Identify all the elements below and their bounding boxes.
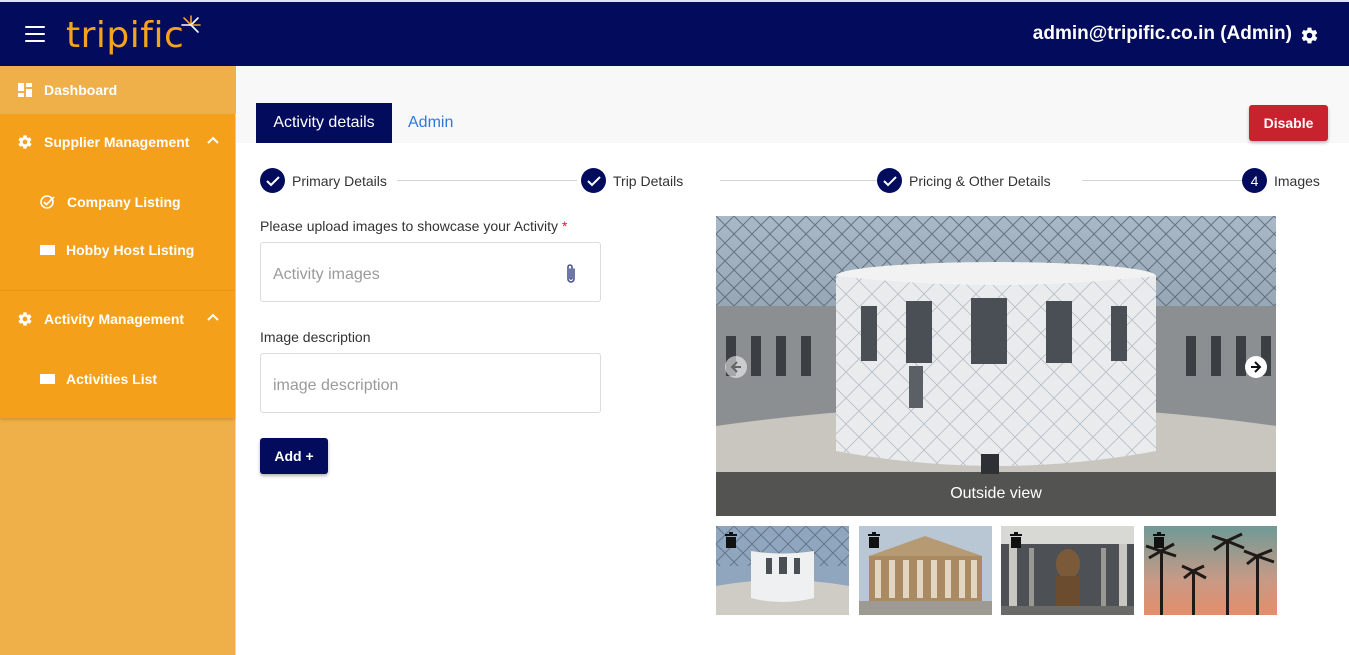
thumbnail-2[interactable] (859, 526, 992, 615)
image-carousel[interactable]: Outside view (716, 216, 1276, 516)
trash-icon[interactable] (1009, 532, 1023, 548)
activity-images-input[interactable]: Activity images (260, 242, 601, 302)
list-card-icon (40, 374, 55, 384)
sidebar-item-company-listing[interactable]: Company Listing (0, 178, 235, 226)
step-primary-details[interactable]: Primary Details (260, 168, 387, 193)
step-label: Images (1274, 172, 1320, 189)
chevron-up-icon[interactable] (207, 136, 219, 144)
description-label: Image description (260, 329, 371, 345)
sidebar-group-label: Activity Management (44, 311, 185, 327)
step-connector (720, 180, 897, 181)
step-pricing-details[interactable]: Pricing & Other Details (877, 168, 1051, 193)
logo-text: tripific (66, 15, 185, 56)
tab-bar: Activity details Admin Disable (236, 66, 1349, 143)
check-icon (877, 168, 902, 193)
museum-photo (716, 216, 1276, 516)
carousel-next-button[interactable] (1245, 356, 1267, 378)
sidebar-item-dashboard[interactable]: Dashboard (0, 66, 236, 114)
menu-icon[interactable] (25, 26, 45, 42)
step-label: Pricing & Other Details (909, 172, 1051, 189)
step-connector (397, 180, 577, 181)
trash-icon[interactable] (1152, 532, 1166, 548)
thumbnail-4[interactable] (1144, 526, 1277, 615)
paperclip-icon[interactable] (564, 263, 578, 285)
trash-icon[interactable] (867, 532, 881, 548)
sidebar-group-label: Supplier Management (44, 134, 190, 150)
upload-label-text: Please upload images to showcase your Ac… (260, 218, 559, 234)
settings-gear-icon[interactable] (1300, 26, 1319, 45)
upload-label: Please upload images to showcase your Ac… (260, 218, 568, 234)
gear-icon (18, 135, 32, 149)
logo[interactable]: tripific (66, 15, 202, 56)
trash-icon[interactable] (724, 532, 738, 548)
dashboard-icon (18, 83, 32, 97)
arrow-right-icon (1251, 361, 1262, 373)
sidebar-item-label: Dashboard (44, 82, 118, 98)
tab-activity-details[interactable]: Activity details (256, 103, 392, 143)
add-button[interactable]: Add + (260, 438, 328, 474)
thumbnail-1[interactable] (716, 526, 849, 615)
step-images[interactable]: 4 Images (1242, 168, 1320, 193)
sidebar-group-activity: Activity Management Activities List (0, 290, 235, 418)
step-connector (1082, 180, 1259, 181)
tab-admin[interactable]: Admin (408, 103, 453, 143)
top-app-bar: tripific admin@tripific.co.in (Admin) (0, 0, 1349, 66)
step-label: Trip Details (613, 172, 684, 189)
sidebar-item-activities-list[interactable]: Activities List (0, 355, 235, 403)
required-mark: * (562, 218, 568, 234)
step-number: 4 (1242, 168, 1267, 193)
chevron-up-icon[interactable] (207, 313, 219, 321)
sidebar-item-hobby-host-listing[interactable]: Hobby Host Listing (0, 226, 235, 274)
arrow-left-icon (730, 361, 741, 373)
carousel-prev-button[interactable] (725, 356, 747, 378)
check-icon (260, 168, 285, 193)
disable-button[interactable]: Disable (1249, 105, 1328, 141)
sidebar-item-activity-management[interactable]: Activity Management (0, 291, 235, 347)
image-description-placeholder: image description (273, 377, 399, 394)
image-description-input[interactable]: image description (260, 353, 601, 413)
gear-icon (18, 312, 32, 326)
carousel-caption: Outside view (716, 472, 1276, 516)
sidebar-item-supplier-management[interactable]: Supplier Management (0, 114, 235, 170)
thumbnail-3[interactable] (1001, 526, 1134, 615)
user-account-label[interactable]: admin@tripific.co.in (Admin) (1033, 23, 1292, 45)
sidebar-item-label: Company Listing (67, 194, 181, 210)
stepper: Primary Details Trip Details Pricing & O… (260, 168, 1330, 194)
sidebar-item-label: Activities List (66, 371, 158, 387)
list-card-icon (40, 245, 55, 255)
step-trip-details[interactable]: Trip Details (581, 168, 683, 193)
check-icon (581, 168, 606, 193)
main-content: Activity details Admin Disable Primary D… (236, 66, 1349, 655)
sidebar: Dashboard Supplier Management Company Li… (0, 66, 236, 655)
sidebar-group-supplier: Supplier Management Company Listing Hobb… (0, 114, 235, 290)
sidebar-item-label: Hobby Host Listing (66, 242, 195, 258)
activity-images-placeholder: Activity images (273, 266, 380, 283)
verified-check-icon (40, 195, 55, 209)
firework-icon (181, 15, 202, 33)
step-label: Primary Details (292, 172, 387, 189)
